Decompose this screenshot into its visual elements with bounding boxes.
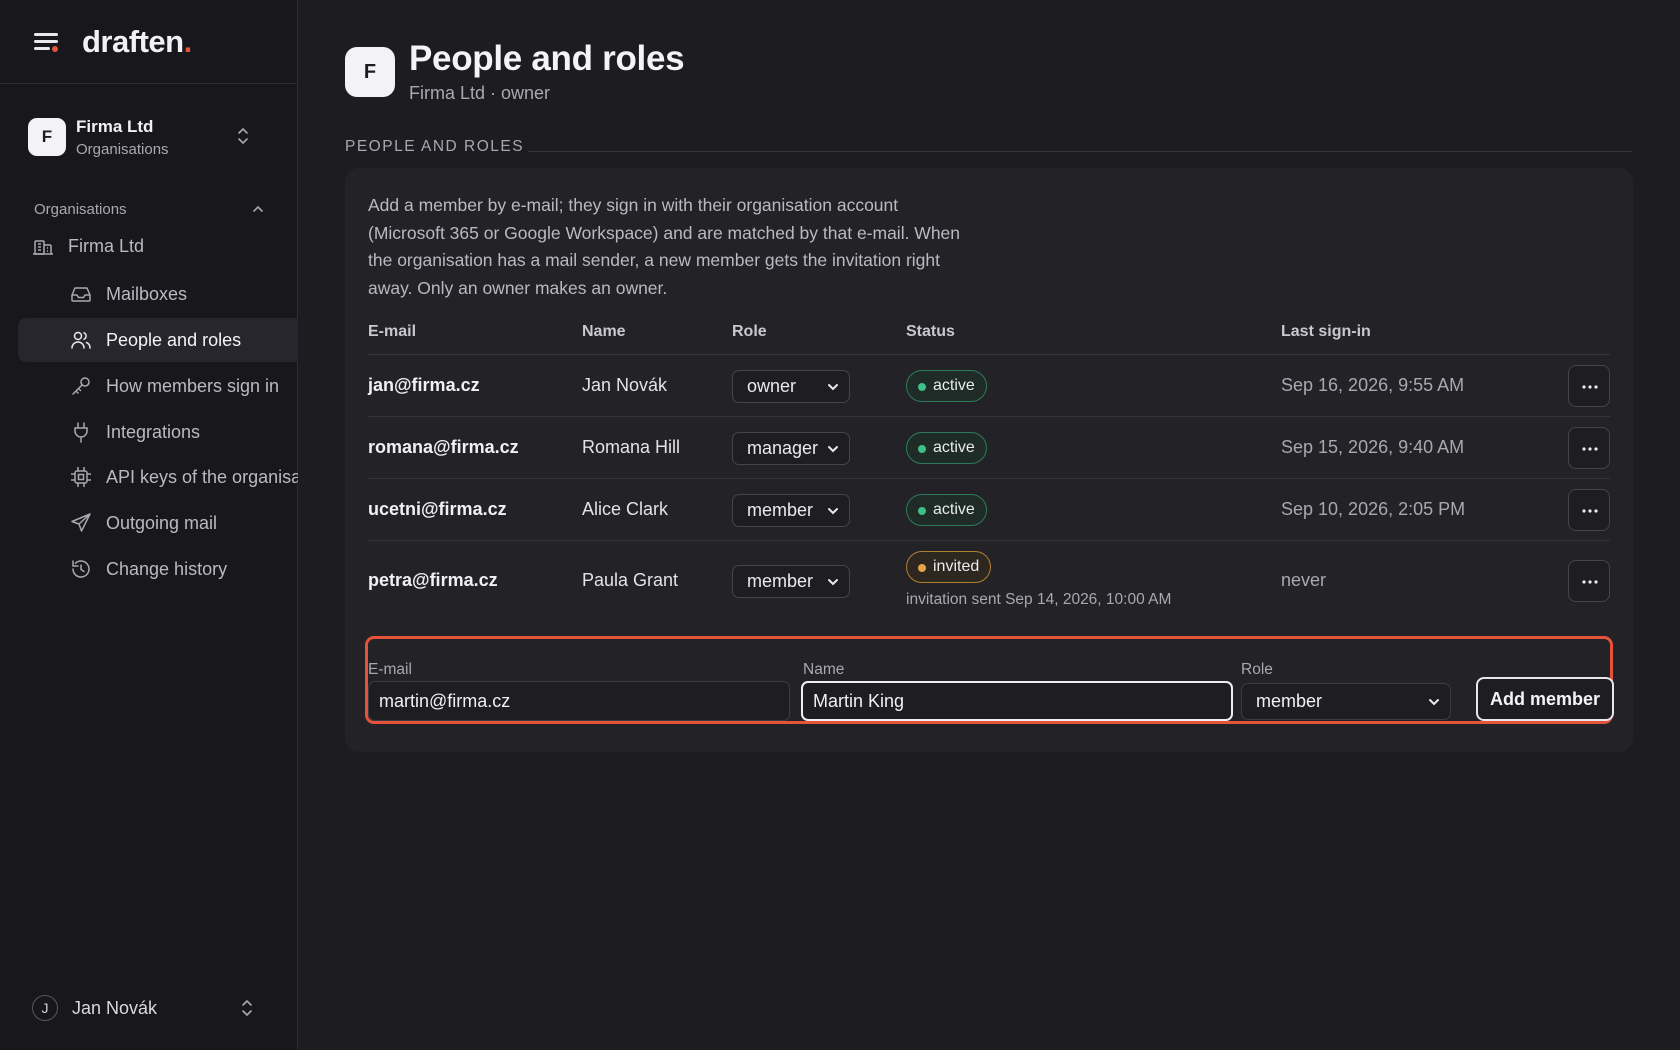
section-label: PEOPLE AND ROLES — [345, 138, 525, 155]
member-name: Alice Clark — [582, 499, 669, 519]
add-member-form: E-mail martin@firma.cz Name Martin King … — [365, 636, 1614, 724]
page-header: F People and roles Firma Ltd · owner — [345, 39, 685, 104]
nav-group-organisations[interactable]: Organisations — [18, 196, 280, 222]
main-content: F People and roles Firma Ltd · owner PEO… — [298, 0, 1680, 1050]
history-icon — [70, 558, 92, 580]
member-email: romana@firma.cz — [368, 437, 519, 457]
intro-text: Add a member by e-mail; they sign in wit… — [368, 195, 961, 298]
building-icon — [32, 235, 54, 257]
last-sign-in: Sep 15, 2026, 9:40 AM — [1281, 437, 1465, 457]
menu-icon[interactable] — [32, 30, 62, 54]
email-field[interactable]: martin@firma.cz — [368, 681, 790, 721]
status-badge: active — [906, 432, 987, 464]
column-header-role: Role — [732, 323, 767, 340]
member-name: Paula Grant — [582, 570, 679, 590]
user-name: Jan Novák — [72, 997, 158, 1018]
more-icon — [1582, 385, 1598, 389]
role-select[interactable]: member — [732, 494, 850, 527]
member-email: jan@firma.cz — [368, 375, 480, 395]
role-select[interactable]: owner — [732, 370, 850, 403]
org-avatar: F — [28, 118, 66, 156]
sidebar-item-api-keys[interactable]: API keys of the organisation — [18, 455, 298, 499]
name-field[interactable]: Martin King — [801, 681, 1233, 721]
chevron-down-icon — [828, 579, 838, 586]
status-badge: active — [906, 370, 987, 402]
page-subtitle: Firma Ltd · owner — [409, 83, 551, 103]
row-actions-button[interactable] — [1568, 489, 1610, 531]
sidebar-item-mailboxes[interactable]: Mailboxes — [18, 272, 298, 316]
member-email: ucetni@firma.cz — [368, 499, 507, 519]
row-actions-button[interactable] — [1568, 427, 1610, 469]
page-title: People and roles — [409, 39, 685, 78]
status-badge: active — [906, 494, 987, 526]
name-field-label: Name — [803, 661, 845, 678]
member-name: Romana Hill — [582, 437, 681, 457]
row-divider — [368, 540, 1610, 541]
row-divider — [368, 478, 1610, 479]
last-sign-in: never — [1281, 570, 1327, 590]
section-divider — [528, 151, 1632, 152]
status-badge: invited — [906, 551, 992, 583]
column-header-name: Name — [582, 323, 626, 340]
inbox-icon — [70, 283, 92, 305]
add-member-button[interactable]: Add member — [1476, 677, 1614, 721]
more-icon — [1582, 509, 1598, 513]
org-avatar: F — [345, 47, 395, 97]
last-sign-in: Sep 16, 2026, 9:55 AM — [1281, 375, 1465, 395]
nav-group-label: Organisations — [34, 200, 127, 218]
row-divider — [368, 354, 1610, 355]
chevron-down-icon — [828, 384, 838, 391]
people-card: Add a member by e-mail; they sign in wit… — [345, 168, 1633, 752]
chevron-down-icon — [828, 508, 838, 515]
role-select[interactable]: member — [732, 565, 850, 598]
role-select[interactable]: member — [1241, 683, 1451, 720]
send-icon — [70, 512, 92, 534]
user-avatar: J — [32, 995, 58, 1021]
row-actions-button[interactable] — [1568, 560, 1610, 602]
sidebar-item-outgoing-mail[interactable]: Outgoing mail — [18, 501, 298, 545]
row-divider — [368, 416, 1610, 417]
row-actions-button[interactable] — [1568, 365, 1610, 407]
chevron-up-down-icon — [238, 128, 248, 144]
column-header-status: Status — [906, 323, 955, 340]
sidebar-item-integrations[interactable]: Integrations — [18, 410, 298, 454]
sidebar-item-firma-ltd[interactable]: Firma Ltd — [18, 224, 298, 268]
member-name: Jan Novák — [582, 375, 668, 395]
more-icon — [1582, 580, 1598, 584]
member-email: petra@firma.cz — [368, 570, 498, 590]
role-field-label: Role — [1241, 661, 1273, 678]
app-window: draften. F Firma Ltd Organisations Organ… — [0, 0, 1680, 1050]
chevron-down-icon — [1429, 699, 1439, 706]
org-subtitle: Organisations — [76, 140, 169, 158]
user-switcher[interactable]: J Jan Novák — [18, 990, 280, 1026]
chevron-up-down-icon — [242, 1000, 252, 1016]
invitation-note: invitation sent Sep 14, 2026, 10:00 AM — [906, 591, 1172, 608]
chip-icon — [70, 466, 92, 488]
column-header-email: E-mail — [368, 323, 417, 340]
chevron-down-icon — [828, 446, 838, 453]
sidebar-item-how-members-sign-in[interactable]: How members sign in — [18, 364, 298, 408]
plug-icon — [70, 421, 92, 443]
last-sign-in: Sep 10, 2026, 2:05 PM — [1281, 499, 1466, 519]
key-icon — [70, 375, 92, 397]
users-icon — [70, 329, 92, 351]
sidebar: draften. F Firma Ltd Organisations Organ… — [0, 0, 298, 1050]
column-header-last-sign-in: Last sign-in — [1281, 323, 1371, 340]
chevron-up-icon — [253, 205, 263, 212]
logo: draften. — [82, 23, 192, 59]
org-name: Firma Ltd — [76, 116, 154, 136]
brand-bar: draften. — [0, 0, 297, 84]
organisation-switcher[interactable]: F Firma Ltd Organisations — [18, 104, 280, 170]
sidebar-item-people-and-roles[interactable]: People and roles — [18, 318, 298, 362]
role-select[interactable]: manager — [732, 432, 850, 465]
more-icon — [1582, 447, 1598, 451]
sidebar-item-change-history[interactable]: Change history — [18, 547, 298, 591]
email-field-label: E-mail — [368, 661, 412, 678]
